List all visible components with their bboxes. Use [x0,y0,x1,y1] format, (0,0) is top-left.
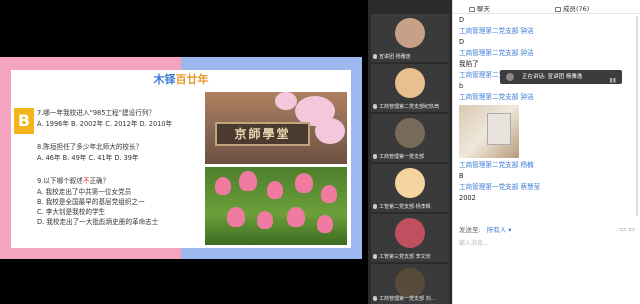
send-to-row: 发送至: 所有人 ▾ ▭ ▭ [459,224,635,236]
participant-name-text: 工商管理第二党支部纪玖琦 [379,104,440,110]
tulip-photo [205,167,347,245]
answer-badge: B [14,108,34,134]
participant-tile[interactable]: 工商管理第一党支部 [371,114,449,162]
speaker-label: 正在讲话: 宣讲团 杨雅逸 [522,74,583,80]
participant-name: 工商管理第二党支部纪玖琦 [373,103,447,110]
message-sender[interactable]: 工商管理第二党支部 杨楠 [459,160,635,171]
school-sign: 京師學堂 [215,122,310,146]
tab-members-label: 成员(76) [563,5,590,13]
avatar [395,218,425,248]
participant-tile[interactable]: 工管第二党支部-杨李枫 [371,164,449,212]
participant-name-text: 宣讲团 杨雅逸 [379,54,411,60]
participant-name-text: 工商管理第一党支部 刘... [379,296,436,302]
question-9: 9.以下哪个叙述不正确？ [37,176,202,186]
message-body: 2002 [459,194,476,202]
shared-image[interactable] [459,105,519,158]
chat-icon [469,6,475,12]
send-to-label: 发送至: [459,226,481,234]
question-9-suffix: 正确？ [89,177,110,185]
participant-name-text: 工管第二党支部-杨李枫 [379,204,431,210]
participant-name: 工商管理第一党支部 刘... [373,295,447,302]
avatar [395,168,425,198]
chat-panel: 聊天 成员(76) D 工商管理第二党支部 钟洁 D 工商管理第二党支部 钟洁 … [452,0,640,304]
message-sender[interactable]: 工商管理第二党支部 钟洁 [459,48,635,59]
question-9-option-b: B. 我校是全国最早的基层党组织之一 [37,198,145,206]
tulip-flower [295,173,313,193]
members-icon [555,6,561,12]
microphone-icon [373,54,377,59]
avatar [395,118,425,148]
slide-title-part1: 木铎 [153,73,176,86]
microphone-icon [373,104,377,109]
microphone-icon [373,254,377,259]
question-8-options: A. 46年 B. 49年 C. 41年 D. 39年 [37,154,139,162]
question-9-option-d: D. 我校走出了一大批彪炳史册的革命志士 [37,218,159,226]
participant-name: 工管第三党支部 李文欣 [373,253,447,260]
scrollbar[interactable] [636,16,638,216]
avatar [395,18,425,48]
slide-title-part2: 百廿年 [175,73,209,86]
message-body: 我陷了 [459,60,479,68]
magnolia-blossom [275,92,297,110]
message-sender[interactable]: 工商管理第二党支部 钟洁 [459,92,635,103]
question-8: 8.陈垣担任了多少年北师大的校长？ [37,143,143,151]
microphone-icon [373,154,377,159]
speaker-avatar [506,73,514,81]
tulip-flower [227,207,245,227]
message-body: D [459,38,465,46]
magnolia-blossom [315,118,345,144]
participant-tile[interactable]: 宣讲团 杨雅逸 [371,14,449,62]
message-sender[interactable]: 工商管理第一党支部 蔡慧莹 [459,182,635,193]
participant-name: 宣讲团 杨雅逸 [373,53,447,60]
microphone-icon [373,204,377,209]
participant-tile[interactable]: 工商管理第一党支部 刘... [371,264,449,304]
tulip-flower [317,215,333,233]
tulip-flower [267,181,283,199]
audio-level-icon: ▮▮ [609,77,616,84]
message-body: B [459,172,464,180]
message-input[interactable]: 输入消息... [459,238,489,247]
question-7-options: A. 1996年 B. 2002年 C. 2012年 D. 2010年 [37,120,173,128]
active-speaker-indicator: 正在讲话: 宣讲团 杨雅逸 ▮▮ [500,70,622,84]
folder-icon[interactable]: ▭ ▭ [620,225,635,233]
tab-chat-label: 聊天 [477,5,490,13]
tulip-flower [287,207,305,227]
quiz-questions: 7.哪一年我校进入“985工程”建设行列？ A. 1996年 B. 2002年 … [37,108,202,227]
participant-tile[interactable]: 工管第三党支部 李文欣 [371,214,449,262]
slide-title: 木铎百廿年 [11,70,351,90]
shared-screen: 木铎百廿年 B 7.哪一年我校进入“985工程”建设行列？ A. 1996年 B… [0,0,368,304]
tab-members[interactable]: 成员(76) [555,3,589,13]
campus-gate-photo: 京師學堂 [205,92,347,164]
participant-name: 工管第二党支部-杨李枫 [373,203,447,210]
participant-list[interactable]: 宣讲团 杨雅逸 工商管理第二党支部纪玖琦 工商管理第一党支部 工管第二党支部-杨… [368,0,452,304]
tulip-flower [257,211,273,229]
question-9-option-a: A. 我校走出了中共第一位女党员 [37,188,132,196]
participant-name: 工商管理第一党支部 [373,153,447,160]
tab-chat[interactable]: 聊天 [469,3,490,13]
participant-tile[interactable]: 工商管理第二党支部纪玖琦 [371,64,449,112]
presentation-slide: 木铎百廿年 B 7.哪一年我校进入“985工程”建设行列？ A. 1996年 B… [0,57,362,259]
message-body: D [459,16,465,24]
question-9-option-c: C. 李大钊是我校的学生 [37,208,106,216]
question-9-prefix: 9.以下哪个叙述 [37,177,83,185]
avatar [395,68,425,98]
microphone-icon [373,296,377,301]
message-list[interactable]: D 工商管理第二党支部 钟洁 D 工商管理第二党支部 钟洁 我陷了 工商管理第二… [459,15,635,204]
participant-name-text: 工商管理第一党支部 [379,154,425,160]
recipient-select[interactable]: 所有人 ▾ [487,226,512,234]
question-7: 7.哪一年我校进入“985工程”建设行列？ [37,109,156,117]
chat-tabs: 聊天 成员(76) [453,0,640,14]
participant-name-text: 工管第三党支部 李文欣 [379,254,431,260]
avatar [395,268,425,298]
tulip-flower [215,177,231,195]
message-sender[interactable]: 工商管理第二党支部 钟洁 [459,26,635,37]
slide-card: 木铎百廿年 B 7.哪一年我校进入“985工程”建设行列？ A. 1996年 B… [11,70,351,248]
tulip-flower [239,171,257,191]
tulip-flower [321,185,337,203]
